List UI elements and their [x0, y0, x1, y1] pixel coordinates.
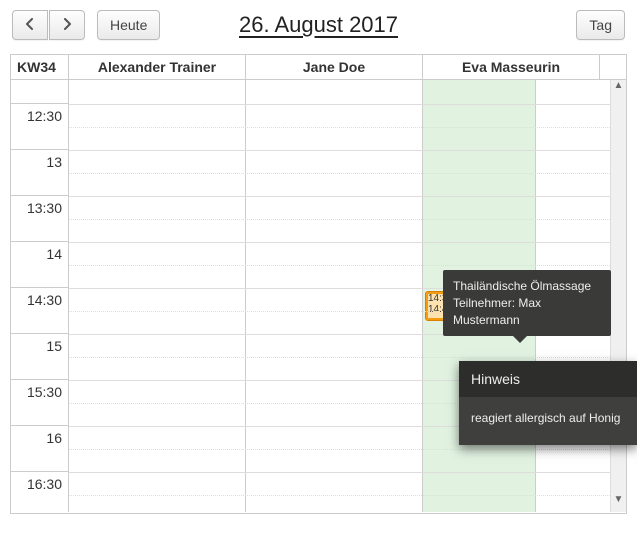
chevron-right-icon [62, 17, 72, 33]
time-label: 16:30 [11, 472, 68, 512]
hint-header: Hinweis [459, 361, 637, 397]
resource-column[interactable] [246, 80, 423, 512]
event-tooltip: Thailändische Ölmassage Teilnehmer: Max … [443, 270, 611, 336]
time-label: 14:30 [11, 288, 68, 334]
time-label: 15 [11, 334, 68, 380]
time-label: 12:30 [11, 104, 68, 150]
calendar-header: KW34 Alexander Trainer Jane Doe Eva Mass… [11, 55, 626, 80]
time-label: 13:30 [11, 196, 68, 242]
time-label: 13 [11, 150, 68, 196]
resource-header: Alexander Trainer [69, 55, 246, 79]
resource-header: Jane Doe [246, 55, 423, 79]
hint-body: reagiert allergisch auf Honig [459, 397, 637, 445]
time-label: 16 [11, 426, 68, 472]
tooltip-line: Thailändische Ölmassage [453, 278, 601, 295]
time-column: 12:30 13 13:30 14 14:30 15 15:30 16 16:3… [11, 80, 69, 512]
scrollbar[interactable]: ▲ ▼ [610, 80, 626, 512]
prev-button[interactable] [12, 10, 48, 40]
tooltip-line: Teilnehmer: Max [453, 295, 601, 312]
resource-column[interactable] [69, 80, 246, 512]
next-button[interactable] [49, 10, 85, 40]
time-label [11, 80, 68, 104]
time-label: 15:30 [11, 380, 68, 426]
hint-popover: Hinweis reagiert allergisch auf Honig [459, 361, 637, 445]
resource-header: Eva Masseurin [423, 55, 600, 79]
scroll-up-icon[interactable]: ▲ [611, 80, 626, 98]
week-number: KW34 [11, 55, 69, 79]
date-title[interactable]: 26. August 2017 [239, 12, 398, 38]
view-selector-button[interactable]: Tag [576, 10, 625, 40]
chevron-left-icon [25, 17, 35, 33]
time-label: 14 [11, 242, 68, 288]
scroll-down-icon[interactable]: ▼ [611, 494, 626, 512]
toolbar: Heute 26. August 2017 Tag [0, 0, 637, 48]
nav-button-group [12, 10, 85, 40]
tooltip-line: Mustermann [453, 312, 601, 329]
today-button[interactable]: Heute [97, 10, 160, 40]
